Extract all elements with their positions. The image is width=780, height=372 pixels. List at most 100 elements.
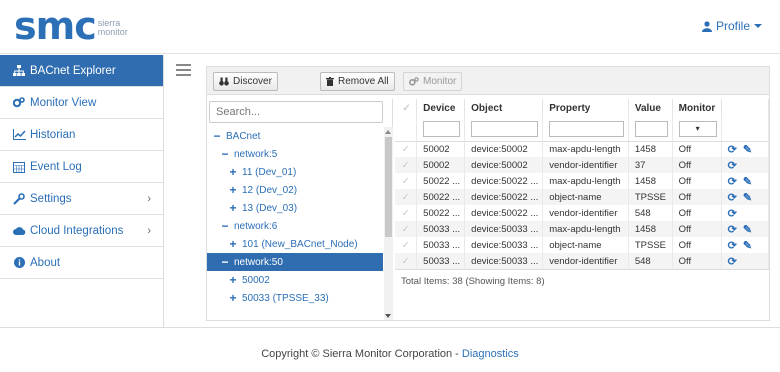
expand-icon[interactable]: + xyxy=(227,165,239,179)
tree-node-bacnet[interactable]: − BACnet xyxy=(207,127,383,145)
row-checkbox[interactable]: ✓ xyxy=(395,173,418,189)
refresh-icon[interactable]: ⟳ xyxy=(728,240,737,252)
table-row[interactable]: ✓ 50033 ... device:50033 ... vendor-identif… xyxy=(395,253,770,269)
collapse-icon[interactable]: − xyxy=(219,147,231,161)
expand-icon[interactable]: + xyxy=(227,291,239,305)
pencil-icon[interactable]: ✎ xyxy=(743,176,752,188)
sidebar-item-cloud-integrations[interactable]: Cloud Integrations › xyxy=(0,215,163,247)
select-all-checkbox[interactable]: ✓ xyxy=(395,99,418,117)
object-filter-input[interactable] xyxy=(471,120,539,137)
tree-search-input[interactable] xyxy=(209,101,383,123)
column-header-object[interactable]: Object xyxy=(464,99,544,117)
info-icon xyxy=(12,257,26,268)
refresh-icon[interactable]: ⟳ xyxy=(728,160,737,172)
pencil-icon[interactable]: ✎ xyxy=(743,224,752,236)
scroll-thumb[interactable] xyxy=(385,137,392,237)
discover-button[interactable]: Discover xyxy=(213,72,278,91)
refresh-icon[interactable]: ⟳ xyxy=(728,208,737,220)
tree-node-device[interactable]: + 50002 xyxy=(207,271,383,289)
row-checkbox[interactable]: ✓ xyxy=(395,141,418,157)
table-row[interactable]: ✓ 50002 device:50002 max-apdu-length 1458 Off… xyxy=(395,141,770,157)
table-row[interactable]: ✓ 50022 ... device:50022 ... vendor-identif… xyxy=(395,205,770,221)
monitor-button[interactable]: Monitor xyxy=(403,72,463,91)
refresh-icon[interactable]: ⟳ xyxy=(728,144,737,156)
table-row[interactable]: ✓ 50022 ... device:50022 ... object-name TPS… xyxy=(395,189,770,205)
tree-node-network-5[interactable]: − network:5 xyxy=(207,145,383,163)
tree-node-device[interactable]: + 50033 (TPSSE_33) xyxy=(207,289,383,307)
refresh-icon[interactable]: ⟳ xyxy=(728,224,737,236)
row-checkbox[interactable]: ✓ xyxy=(395,189,418,205)
diagnostics-link[interactable]: Diagnostics xyxy=(462,348,519,360)
table-row[interactable]: ✓ 50022 ... device:50022 ... max-apdu-lengt… xyxy=(395,173,770,189)
tree-node-label: 13 (Dev_03) xyxy=(242,202,298,214)
refresh-icon[interactable]: ⟳ xyxy=(728,192,737,204)
scroll-up-icon[interactable] xyxy=(385,130,391,134)
collapse-icon[interactable]: − xyxy=(211,129,223,143)
menu-toggle-icon[interactable] xyxy=(176,64,191,79)
tree-node-network-6[interactable]: − network:6 xyxy=(207,217,383,235)
pencil-icon[interactable]: ✎ xyxy=(743,144,752,156)
device-filter-input[interactable] xyxy=(423,120,461,137)
sidebar-item-event-log[interactable]: Event Log xyxy=(0,151,163,183)
cell-actions: ⟳ xyxy=(721,253,770,269)
expand-icon[interactable]: + xyxy=(227,183,239,197)
tree-node-label: 101 (New_BACnet_Node) xyxy=(242,238,358,250)
pencil-icon[interactable]: ✎ xyxy=(743,192,752,204)
tree-node-device[interactable]: + 13 (Dev_03) xyxy=(207,199,383,217)
expand-icon[interactable]: + xyxy=(227,201,239,215)
column-header-monitor[interactable]: Monitor xyxy=(672,99,722,117)
expand-icon[interactable]: + xyxy=(227,237,239,251)
cell-object: device:50022 ... xyxy=(464,173,544,189)
tree-node-device[interactable]: + 101 (New_BACnet_Node) xyxy=(207,235,383,253)
expand-icon[interactable]: + xyxy=(227,273,239,287)
cell-actions: ⟳ xyxy=(721,205,770,221)
collapse-icon[interactable]: − xyxy=(219,255,231,269)
cell-property: object-name xyxy=(542,189,629,205)
table-row[interactable]: ✓ 50033 ... device:50033 ... object-name TPS… xyxy=(395,237,770,253)
cell-actions: ⟳ ✎ xyxy=(721,237,770,253)
column-header-property[interactable]: Property xyxy=(542,99,629,117)
trash-icon xyxy=(326,77,334,86)
monitor-filter-select[interactable]: ▾ xyxy=(678,120,717,137)
tree-node-device[interactable]: + 11 (Dev_01) xyxy=(207,163,383,181)
column-header-device[interactable]: Device xyxy=(416,99,466,117)
row-checkbox[interactable]: ✓ xyxy=(395,221,418,237)
tree-node-network-50[interactable]: − network:50 xyxy=(207,253,383,271)
sidebar-nav: BACnet Explorer Monitor View Historian E… xyxy=(0,55,164,327)
cell-device: 50033 ... xyxy=(416,221,466,237)
row-checkbox[interactable]: ✓ xyxy=(395,205,418,221)
sidebar-item-historian[interactable]: Historian xyxy=(0,119,163,151)
cell-property: vendor-identifier xyxy=(542,157,629,173)
column-header-value[interactable]: Value xyxy=(628,99,673,117)
refresh-icon[interactable]: ⟳ xyxy=(728,176,737,188)
row-checkbox[interactable]: ✓ xyxy=(395,253,418,269)
chevron-right-icon: › xyxy=(147,192,151,205)
property-filter-input[interactable] xyxy=(549,120,624,137)
cell-actions: ⟳ ✎ xyxy=(721,173,770,189)
sidebar-item-bacnet-explorer[interactable]: BACnet Explorer xyxy=(0,55,163,87)
cogs-icon xyxy=(12,97,26,108)
refresh-icon[interactable]: ⟳ xyxy=(728,256,737,268)
scroll-down-icon[interactable] xyxy=(385,314,391,318)
column-header-actions xyxy=(721,99,770,117)
cell-actions: ⟳ ✎ xyxy=(721,141,770,157)
cell-value: 1458 xyxy=(628,221,673,237)
toolbar: Discover Remove All Monitor xyxy=(207,67,769,95)
wrench-icon xyxy=(12,192,26,205)
tree-node-device[interactable]: + 12 (Dev_02) xyxy=(207,181,383,199)
collapse-icon[interactable]: − xyxy=(219,219,231,233)
profile-menu[interactable]: Profile xyxy=(701,19,762,33)
row-checkbox[interactable]: ✓ xyxy=(395,237,418,253)
row-checkbox[interactable]: ✓ xyxy=(395,157,418,173)
sidebar-item-settings[interactable]: Settings › xyxy=(0,183,163,215)
remove-all-button[interactable]: Remove All xyxy=(320,72,395,91)
cell-monitor: Off xyxy=(672,173,722,189)
table-row[interactable]: ✓ 50033 ... device:50033 ... max-apdu-lengt… xyxy=(395,221,770,237)
value-filter-input[interactable] xyxy=(634,120,668,137)
pencil-icon[interactable]: ✎ xyxy=(743,240,752,252)
cell-monitor: Off xyxy=(672,141,722,157)
tree-scrollbar[interactable] xyxy=(384,127,393,320)
sidebar-item-monitor-view[interactable]: Monitor View xyxy=(0,87,163,119)
table-row[interactable]: ✓ 50002 device:50002 vendor-identifier 37 Off… xyxy=(395,157,770,173)
sidebar-item-about[interactable]: About xyxy=(0,247,163,279)
